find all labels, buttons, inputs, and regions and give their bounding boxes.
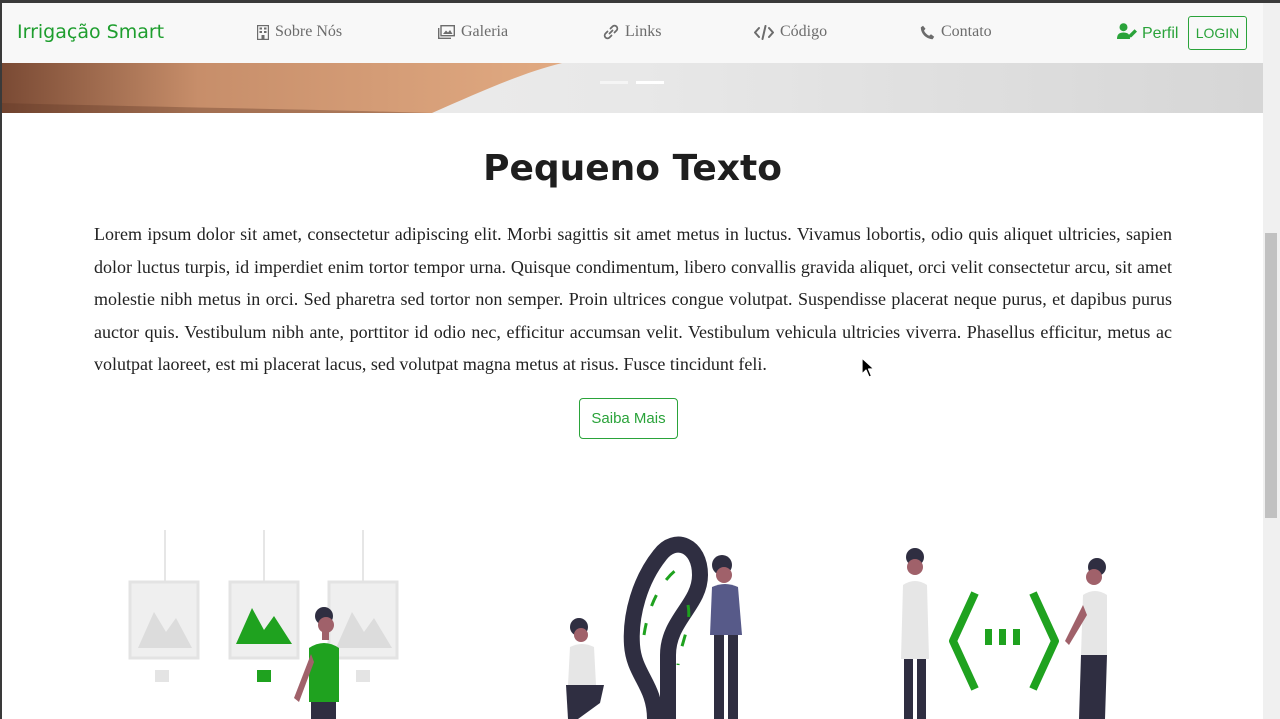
- nav-item-label: Contato: [941, 23, 992, 40]
- saiba-mais-button[interactable]: Saiba Mais: [579, 398, 678, 439]
- gallery-icon: [438, 25, 455, 39]
- people-illustration: [566, 536, 742, 719]
- carousel-slide-image: [2, 63, 562, 113]
- carousel-indicator[interactable]: [600, 81, 628, 84]
- code-icon: [754, 24, 774, 40]
- nav-item-links[interactable]: Links: [603, 23, 661, 41]
- code-illustration: [901, 548, 1107, 719]
- profile-label: Perfil: [1142, 24, 1179, 42]
- profile-link[interactable]: Perfil: [1117, 23, 1178, 44]
- brand-logo-link[interactable]: Irrigação Smart: [17, 21, 164, 43]
- section-title: Pequeno Texto: [483, 148, 782, 189]
- user-edit-icon: [1117, 23, 1138, 44]
- phone-icon: [920, 25, 935, 40]
- section-paragraph: Lorem ipsum dolor sit amet, consectetur …: [94, 224, 1172, 375]
- nav-item-galeria[interactable]: Galeria: [438, 23, 508, 41]
- carousel-indicator-active[interactable]: [636, 81, 664, 84]
- login-button[interactable]: LOGIN: [1188, 16, 1247, 50]
- nav-item-label: Galeria: [461, 23, 509, 40]
- scrollbar[interactable]: [1263, 3, 1280, 719]
- nav-item-label: Código: [780, 23, 828, 40]
- navbar: Irrigação Smart Sobre Nós Galeria Links …: [2, 3, 1263, 63]
- nav-item-label: Sobre Nós: [275, 23, 343, 40]
- mouse-cursor-icon: [861, 357, 875, 378]
- building-icon: [257, 24, 269, 40]
- nav-item-sobre-nos[interactable]: Sobre Nós: [257, 23, 342, 41]
- scrollbar-thumb[interactable]: [1265, 233, 1277, 518]
- hero-carousel: [2, 63, 1263, 113]
- nav-item-codigo[interactable]: Código: [754, 23, 827, 41]
- gallery-illustration: [128, 530, 399, 719]
- window-frame-left: [0, 0, 2, 719]
- nav-item-label: Links: [625, 23, 662, 40]
- link-icon: [603, 24, 619, 40]
- nav-item-contato[interactable]: Contato: [920, 23, 992, 41]
